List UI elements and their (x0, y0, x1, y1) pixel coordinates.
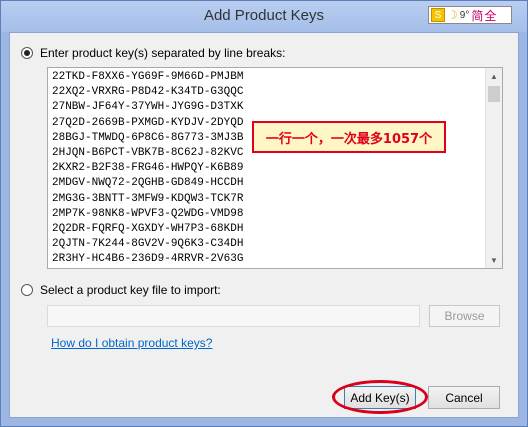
product-key-line: 22TKD-F8XX6-YG69F-9M66D-PMJBM (52, 71, 244, 83)
degree-icon[interactable]: 9° (460, 10, 470, 21)
product-key-line: 28BGJ-TMWDQ-6P8C6-8G773-3MJ3B (52, 131, 244, 144)
product-key-line: 2MP7K-98NK8-WPVF3-Q2WDG-VMD98 (52, 207, 244, 220)
product-key-line: 2KXR2-B2F38-FRG46-HWPQY-K6B89 (52, 162, 244, 175)
cancel-button[interactable]: Cancel (428, 386, 500, 409)
scroll-down-icon[interactable]: ▼ (486, 252, 502, 268)
product-key-line: 2MDGV-NWQ72-2QGHB-GD849-HCCDH (52, 177, 244, 190)
highlight-oval (332, 380, 428, 414)
title-bar[interactable]: Add Product Keys S ☽ 9° 简全 (1, 1, 527, 32)
product-key-line: 2Q2DR-FQRFQ-XGXDY-WH7P3-68KDH (52, 223, 244, 236)
scrollbar-thumb[interactable] (488, 86, 500, 102)
product-keys-list: 22TKD-F8XX6-YG69F-9M66D-PMJBM 22XQ2-VRXRG… (52, 70, 243, 268)
product-key-line: 22XQ2-VRXRG-P8D42-K34TD-G3QQC (52, 86, 244, 99)
enter-keys-radio[interactable] (21, 47, 33, 59)
vertical-scrollbar[interactable]: ▲ ▼ (485, 68, 502, 268)
add-product-keys-dialog: Add Product Keys S ☽ 9° 简全 Enter product… (0, 0, 528, 427)
enter-keys-label[interactable]: Enter product key(s) separated by line b… (40, 46, 285, 60)
annotation-callout: 一行一个，一次最多1057个 (252, 121, 446, 153)
product-key-line: 2QJTN-7K244-8GV2V-9Q6K3-C34DH (52, 238, 244, 251)
browse-button[interactable]: Browse (429, 305, 500, 327)
ime-logo-icon[interactable]: S (431, 8, 445, 22)
import-file-radio[interactable] (21, 284, 33, 296)
import-file-label[interactable]: Select a product key file to import: (40, 283, 221, 297)
product-key-line: 27NBW-JF64Y-37YWH-JYG9G-D3TXK (52, 101, 244, 114)
ime-mode-text[interactable]: 简全 (471, 7, 497, 24)
product-key-line: 27Q2D-2669B-PXMGD-KYDJV-2DYQD (52, 116, 244, 129)
dialog-body: Enter product key(s) separated by line b… (9, 32, 519, 418)
product-keys-textarea[interactable]: 22TKD-F8XX6-YG69F-9M66D-PMJBM 22XQ2-VRXRG… (47, 67, 503, 269)
product-key-line: 2R3HY-HC4B6-236D9-4RRVR-2V63G (52, 253, 244, 266)
ime-toolbar[interactable]: S ☽ 9° 简全 (428, 6, 512, 24)
product-key-line: 2MG3G-3BNTT-3MFW9-KDQW3-TCK7R (52, 192, 244, 205)
key-file-path-input[interactable] (47, 305, 420, 327)
obtain-keys-help-link[interactable]: How do I obtain product keys? (51, 336, 212, 350)
scroll-up-icon[interactable]: ▲ (486, 68, 502, 84)
product-key-line: 2HJQN-B6PCT-VBK7B-8C62J-82KVC (52, 147, 244, 160)
moon-icon[interactable]: ☽ (447, 8, 458, 22)
